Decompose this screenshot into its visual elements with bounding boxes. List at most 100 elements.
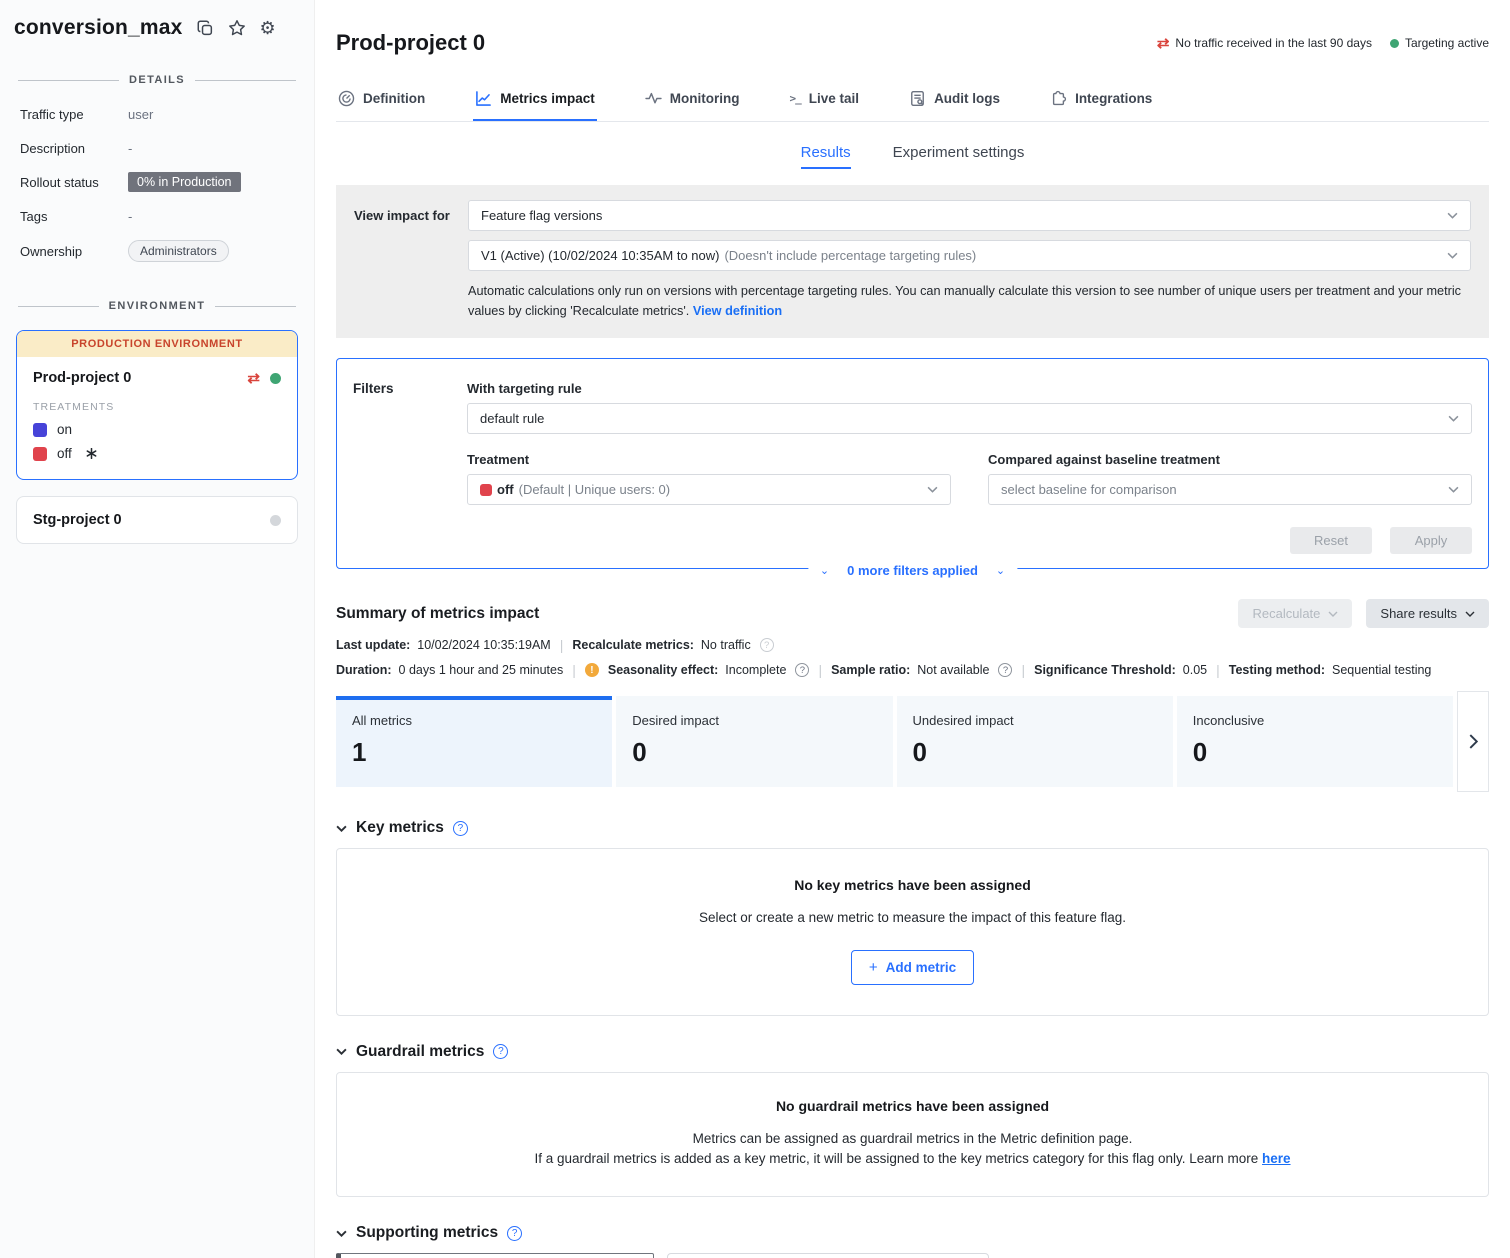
production-environment-card[interactable]: PRODUCTION ENVIRONMENT Prod-project 0 ⇄ … bbox=[16, 330, 298, 480]
empty-text: Metrics can be assigned as guardrail met… bbox=[337, 1129, 1488, 1170]
detail-row-description: Description - bbox=[20, 138, 294, 158]
audit-logs-icon bbox=[909, 90, 926, 107]
summary-meta-line-2: Duration: 0 days 1 hour and 25 minutes |… bbox=[336, 662, 1489, 678]
version-value: V1 (Active) (10/02/2024 10:35AM to now) bbox=[481, 248, 719, 263]
collapse-chevron-icon[interactable] bbox=[336, 1230, 347, 1237]
version-note: (Doesn't include percentage targeting ru… bbox=[724, 248, 976, 263]
star-icon[interactable] bbox=[228, 19, 246, 37]
add-metric-button[interactable]: + Add metric bbox=[851, 950, 974, 985]
tab-audit-logs[interactable]: Audit logs bbox=[907, 80, 1002, 121]
help-icon[interactable]: ? bbox=[795, 663, 809, 677]
treatment-off-swatch bbox=[33, 447, 47, 461]
subtab-experiment-settings[interactable]: Experiment settings bbox=[893, 144, 1025, 169]
view-definition-link[interactable]: View definition bbox=[693, 304, 782, 318]
share-results-button[interactable]: Share results bbox=[1366, 599, 1489, 628]
help-icon[interactable]: ? bbox=[493, 1044, 508, 1059]
staging-inactive-dot bbox=[270, 515, 281, 526]
no-traffic-icon: ⇄ bbox=[1157, 34, 1170, 52]
help-icon[interactable]: ? bbox=[453, 821, 468, 836]
treatment-dropdown[interactable]: off (Default | Unique users: 0) bbox=[467, 474, 951, 505]
more-filters-toggle[interactable]: ⌄ 0 more filters applied ⌄ bbox=[808, 563, 1017, 578]
chevron-down-icon bbox=[1448, 415, 1459, 422]
metric-card-all-metrics[interactable]: All metrics 1 bbox=[336, 696, 612, 787]
treatment-row-off: off bbox=[33, 446, 281, 461]
environment-name: Prod-project 0 bbox=[33, 370, 131, 386]
treatment-on-label: on bbox=[57, 422, 72, 437]
staging-environment-card[interactable]: Stg-project 0 bbox=[16, 496, 298, 544]
treatment-on-swatch bbox=[33, 423, 47, 437]
help-icon[interactable]: ? bbox=[760, 638, 774, 652]
treatment-meta: (Default | Unique users: 0) bbox=[519, 482, 671, 497]
page-title: Prod-project 0 bbox=[336, 30, 485, 56]
metric-card-undesired-impact[interactable]: Undesired impact 0 bbox=[897, 696, 1173, 787]
ownership-pill[interactable]: Administrators bbox=[128, 240, 229, 262]
tab-definition[interactable]: Definition bbox=[336, 80, 427, 121]
detail-label: Ownership bbox=[20, 244, 128, 259]
recalculate-button[interactable]: Recalculate bbox=[1238, 599, 1352, 628]
details-title: DETAILS bbox=[129, 74, 185, 86]
summary-title: Summary of metrics impact bbox=[336, 605, 539, 623]
guardrail-metrics-heading: Guardrail metrics ? bbox=[336, 1043, 1489, 1061]
treatment-value: off bbox=[497, 482, 514, 497]
detail-value: - bbox=[128, 209, 132, 224]
chevron-down-icon bbox=[1448, 486, 1459, 493]
tab-monitoring[interactable]: Monitoring bbox=[643, 80, 742, 121]
manage-metrics-button[interactable]: + Manage metrics bbox=[667, 1253, 989, 1258]
version-value-dropdown[interactable]: V1 (Active) (10/02/2024 10:35AM to now) … bbox=[468, 240, 1471, 271]
filters-title: Filters bbox=[353, 381, 467, 554]
copy-icon[interactable] bbox=[197, 20, 214, 37]
chevron-down-icon bbox=[1447, 252, 1458, 259]
metric-card-inconclusive[interactable]: Inconclusive 0 bbox=[1177, 696, 1453, 787]
empty-text: Select or create a new metric to measure… bbox=[337, 908, 1488, 928]
flag-tabs: Definition Metrics impact Monitoring >_ … bbox=[336, 80, 1489, 122]
results-subtabs: Results Experiment settings bbox=[336, 144, 1489, 169]
metrics-impact-icon bbox=[475, 90, 492, 107]
baseline-dropdown[interactable]: select baseline for comparison bbox=[988, 474, 1472, 505]
detail-row-ownership: Ownership Administrators bbox=[20, 240, 294, 262]
guardrail-metrics-empty-card: No guardrail metrics have been assigned … bbox=[336, 1072, 1489, 1198]
collapse-chevron-icon[interactable] bbox=[336, 825, 347, 832]
targeting-rule-dropdown[interactable]: default rule bbox=[467, 403, 1472, 434]
detail-label: Description bbox=[20, 141, 128, 156]
subtab-results[interactable]: Results bbox=[801, 144, 851, 169]
treatment-off-label: off bbox=[57, 446, 72, 461]
help-icon[interactable]: ? bbox=[507, 1226, 522, 1241]
key-metrics-empty-card: No key metrics have been assigned Select… bbox=[336, 848, 1489, 1015]
integrations-icon bbox=[1050, 90, 1067, 107]
empty-title: No guardrail metrics have been assigned bbox=[337, 1098, 1488, 1114]
chevron-down-icon: ⌄ bbox=[820, 564, 829, 577]
apply-button[interactable]: Apply bbox=[1390, 527, 1472, 554]
main-content: Prod-project 0 ⇄ No traffic received in … bbox=[315, 0, 1510, 1258]
metric-summary-cards: All metrics 1 Desired impact 0 Undesired… bbox=[336, 696, 1489, 792]
baseline-placeholder: select baseline for comparison bbox=[1001, 482, 1448, 497]
production-environment-banner: PRODUCTION ENVIRONMENT bbox=[17, 331, 297, 357]
collapse-chevron-icon[interactable] bbox=[336, 1048, 347, 1055]
reset-button[interactable]: Reset bbox=[1290, 527, 1372, 554]
detail-value: - bbox=[128, 141, 132, 156]
key-metrics-heading: Key metrics ? bbox=[336, 819, 1489, 837]
treatment-label: Treatment bbox=[467, 452, 951, 467]
cards-scroll-next-button[interactable] bbox=[1457, 691, 1489, 792]
detail-row-rollout-status: Rollout status 0% in Production bbox=[20, 172, 294, 192]
treatment-off-swatch bbox=[480, 484, 492, 496]
learn-more-link[interactable]: here bbox=[1262, 1151, 1291, 1166]
help-icon[interactable]: ? bbox=[998, 663, 1012, 677]
environment-name: Stg-project 0 bbox=[33, 512, 122, 528]
gear-icon[interactable]: ⚙ bbox=[260, 18, 276, 39]
targeting-active-dot bbox=[1390, 39, 1399, 48]
empty-title: No key metrics have been assigned bbox=[337, 877, 1488, 893]
plus-icon: + bbox=[869, 959, 878, 976]
traffic-status: ⇄ No traffic received in the last 90 day… bbox=[1157, 34, 1372, 52]
chevron-down-icon bbox=[927, 486, 938, 493]
flag-sidebar: conversion_max ⚙ DETAILS Traffic type us… bbox=[0, 0, 315, 1258]
tab-metrics-impact[interactable]: Metrics impact bbox=[473, 80, 597, 121]
tab-live-tail[interactable]: >_ Live tail bbox=[788, 80, 862, 121]
metric-card-desired-impact[interactable]: Desired impact 0 bbox=[616, 696, 892, 787]
detail-value: user bbox=[128, 107, 153, 122]
supporting-metric-card-conversion[interactable]: conversion NOT AVAILABLE N/A ? No calcul… bbox=[336, 1253, 654, 1258]
filters-panel: Filters With targeting rule default rule… bbox=[336, 358, 1489, 569]
baseline-label: Compared against baseline treatment bbox=[988, 452, 1472, 467]
tab-integrations[interactable]: Integrations bbox=[1048, 80, 1154, 121]
version-type-dropdown[interactable]: Feature flag versions bbox=[468, 200, 1471, 231]
environment-title: ENVIRONMENT bbox=[109, 300, 206, 312]
